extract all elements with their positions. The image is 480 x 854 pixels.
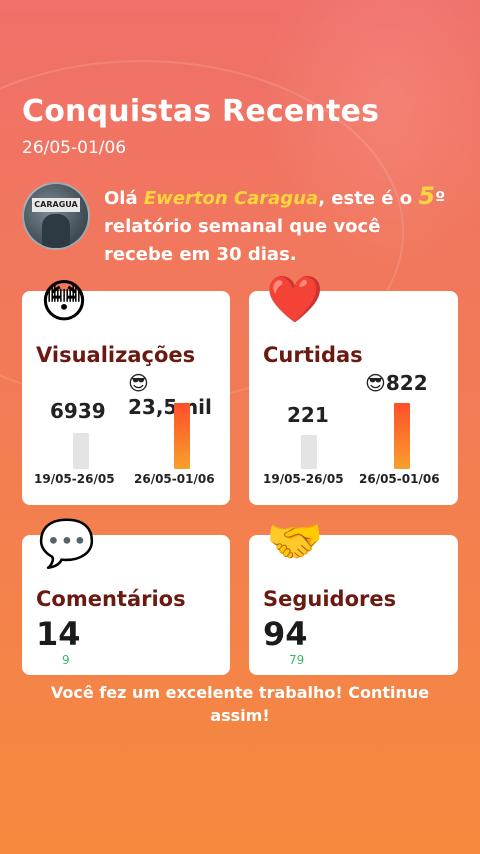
date-range: 26/05-01/06 — [22, 138, 127, 158]
views-title: Visualizações — [36, 343, 196, 367]
likes-previous-value: 221 — [287, 403, 329, 427]
views-previous-range: 19/05-26/05 — [34, 472, 115, 486]
comments-previous: 9 — [62, 653, 70, 667]
views-previous-value: 6939 — [50, 399, 106, 423]
views-current-range: 26/05-01/06 — [134, 472, 215, 486]
comments-value: 14 — [36, 615, 81, 653]
intro-prefix: Olá — [104, 188, 144, 209]
likes-previous-bar — [301, 435, 317, 469]
likes-current-range: 26/05-01/06 — [359, 472, 440, 486]
likes-best-value: 822 — [385, 371, 428, 395]
avatar-person — [42, 214, 70, 248]
speech-bubble-icon: 💬 — [38, 516, 96, 570]
sunglasses-icon: 😎 — [128, 371, 149, 395]
footer-message: Você fez um excelente trabalho! Continue… — [50, 683, 430, 725]
comments-title: Comentários — [36, 587, 186, 611]
likes-previous-range: 19/05-26/05 — [263, 472, 344, 486]
avatar[interactable]: CARAGUA — [22, 182, 90, 250]
likes-title: Curtidas — [263, 343, 363, 367]
views-previous-bar — [73, 433, 89, 469]
intro-text: Olá Ewerton Caragua, este é o 5º relatór… — [104, 182, 454, 269]
flushed-face-icon: 😳 — [40, 274, 88, 328]
user-name: Ewerton Caragua — [143, 188, 319, 209]
report-number: 5 — [418, 182, 436, 210]
screen: Conquistas Recentes 26/05-01/06 CARAGUA … — [0, 0, 480, 854]
followers-previous: 79 — [289, 653, 305, 667]
sunglasses-icon: 😎 — [365, 371, 386, 395]
page-title: Conquistas Recentes — [22, 94, 380, 129]
avatar-sign: CARAGUA — [32, 198, 80, 212]
followers-value: 94 — [263, 615, 308, 653]
followers-title: Seguidores — [263, 587, 397, 611]
heart-icon: ❤️ — [266, 272, 324, 326]
intro-mid: , este é o — [318, 188, 419, 209]
views-current-bar — [174, 403, 190, 469]
handshake-icon: 🤝 — [266, 514, 324, 568]
views-best-value: 23,5mil — [128, 395, 212, 419]
likes-best: 😎822 — [365, 371, 428, 395]
likes-current-bar — [394, 403, 410, 469]
